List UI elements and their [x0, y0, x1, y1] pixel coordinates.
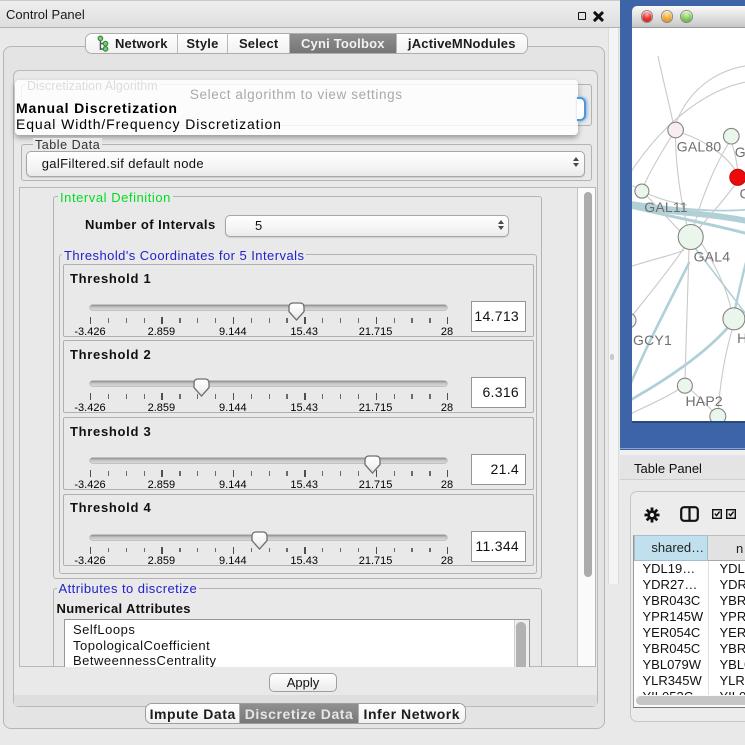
svg-text:GAL4: GAL4	[693, 248, 730, 264]
svg-text:GAL80: GAL80	[676, 138, 721, 154]
svg-text:C: C	[739, 185, 745, 201]
svg-text:GA: GA	[734, 144, 745, 160]
svg-text:GAL11: GAL11	[644, 198, 688, 214]
svg-text:H: H	[737, 329, 745, 345]
svg-text:HAP2: HAP2	[685, 393, 722, 409]
svg-text:GCY1: GCY1	[633, 331, 672, 347]
